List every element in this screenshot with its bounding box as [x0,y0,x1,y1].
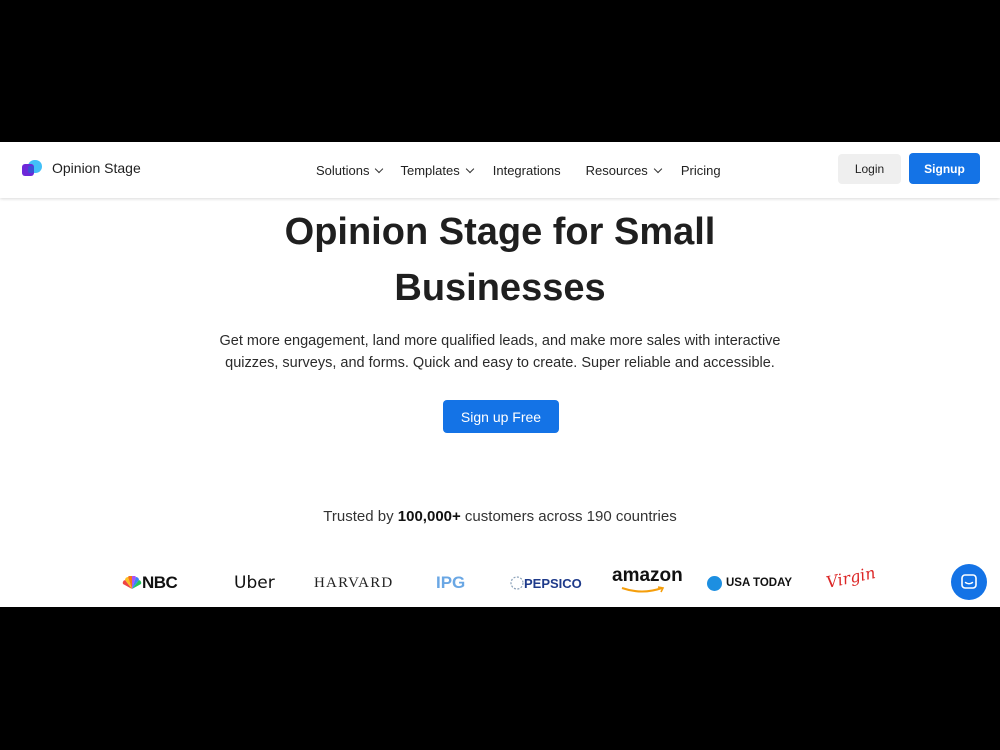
site-logo[interactable]: Opinion Stage [22,158,141,178]
ipg-logo: IPG [436,570,465,596]
customer-logos: NBC Uber HARVARD IPG PEPSICO amazon USA … [0,562,1000,602]
chat-bubble-icon [961,574,977,589]
opinion-stage-logo-icon [22,158,44,178]
trusted-by-text: Trusted by 100,000+ customers across 190… [0,508,1000,525]
nbc-logo: NBC [122,570,178,596]
nav-item-solutions[interactable]: Solutions [316,162,384,178]
uber-wordmark: Uber [234,573,275,593]
amazon-wordmark: amazon [612,565,683,586]
chat-widget-button[interactable] [951,564,987,600]
nbc-wordmark: NBC [142,573,178,592]
nav-item-resources[interactable]: Resources [585,162,663,178]
peacock-icon [122,576,142,589]
virgin-logo: Virgin [824,562,878,592]
sign-up-free-button[interactable]: Sign up Free [443,400,559,433]
nav-item-label: Integrations [492,162,561,178]
usatoday-wordmark: USA TODAY [726,577,793,589]
harvard-logo: HARVARD [314,570,393,596]
login-button[interactable]: Login [838,154,901,184]
amazon-logo: amazon [612,566,683,594]
hero-title-line-1: Opinion Stage for Small [284,211,716,253]
chevron-down-icon [465,164,474,173]
nav-item-label: Templates [400,162,460,178]
page-viewport: Opinion Stage Solutions Templates Integr… [0,142,1000,607]
hero-title: Opinion Stage for Small Businesses [0,204,1000,316]
nav-item-label: Pricing [680,162,721,178]
pepsico-logo: PEPSICO [510,570,582,596]
hero-subtitle-line-2: quizzes, surveys, and forms. Quick and e… [225,355,775,371]
ipg-wordmark: IPG [436,573,466,592]
pepsico-wordmark: PEPSICO [524,575,582,591]
hero-subtitle: Get more engagement, land more qualified… [190,330,810,374]
hero-title-line-2: Businesses [394,267,606,309]
trusted-prefix: Trusted by [323,508,398,525]
nav-item-templates[interactable]: Templates [400,162,474,178]
nav-item-label: Resources [585,162,648,178]
chevron-down-icon [375,164,384,173]
usatoday-dot-icon [707,575,722,591]
chevron-down-icon [653,164,663,173]
trusted-count: 100,000+ [397,508,461,525]
uber-logo: Uber [234,570,275,596]
signup-button[interactable]: Signup [909,153,980,184]
trusted-suffix: customers across 190 countries [460,508,677,525]
nav-item-pricing[interactable]: Pricing [681,163,721,178]
virgin-wordmark: Virgin [824,562,878,592]
logo-text: Opinion Stage [52,160,141,176]
nav-item-integrations[interactable]: Integrations [493,163,561,178]
usatoday-logo: USA TODAY [707,570,792,596]
main-nav: Solutions Templates Integrations Resourc… [316,142,721,198]
top-navbar: Opinion Stage Solutions Templates Integr… [0,142,1000,198]
hero-subtitle-line-1: Get more engagement, land more qualified… [219,333,781,349]
harvard-wordmark: HARVARD [314,574,394,591]
pepsico-globe-icon [510,576,524,590]
amazon-smile-icon [621,586,665,593]
nav-item-label: Solutions [316,162,370,178]
